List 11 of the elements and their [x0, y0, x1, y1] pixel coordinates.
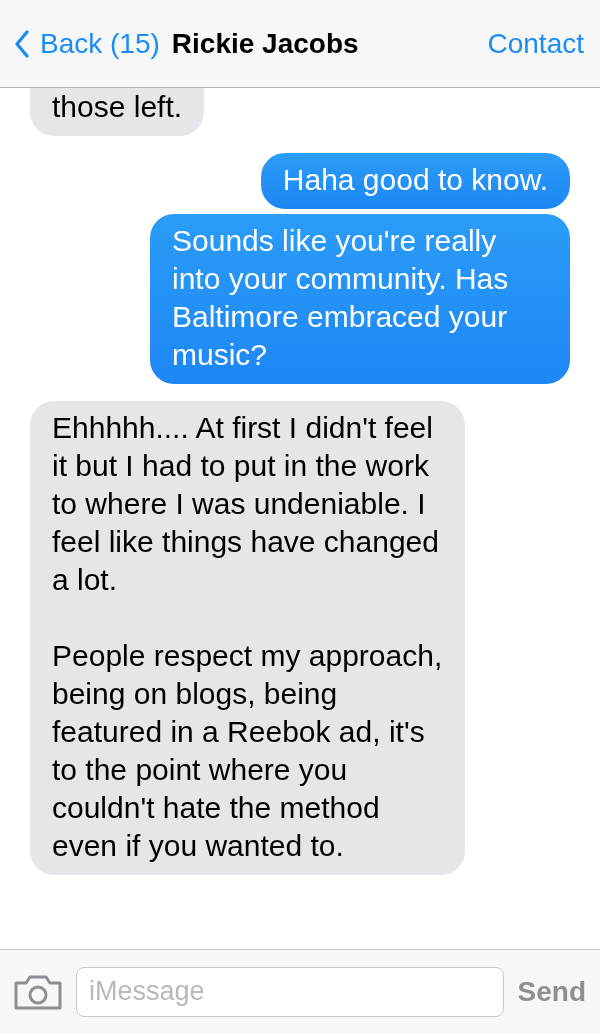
camera-icon[interactable] — [14, 973, 62, 1010]
message-text: those left. — [52, 89, 183, 125]
message-text: Ehhhhh.... At first I didn't feel it but I had to put in the work to where I was undeniable. I feel like things have changed a lot. — [52, 410, 440, 598]
message-input-field[interactable]: iMessage — [76, 966, 504, 1017]
chevron-left-icon — [14, 29, 30, 58]
message-text: People respect my approach, being on blogs, being featured in a Reebok ad, it's to the point where you couldn't hate the method even if you wanted to. — [52, 638, 443, 864]
contact-name: Rickie Jacobs — [171, 27, 360, 60]
message-text: Haha good to know. — [282, 162, 548, 198]
contact-button[interactable]: Contact — [487, 27, 584, 60]
back-button[interactable]: Back (15) — [14, 27, 160, 60]
message-text: Sounds like you're really into your community. Has Baltimore embraced your music? — [172, 223, 510, 373]
